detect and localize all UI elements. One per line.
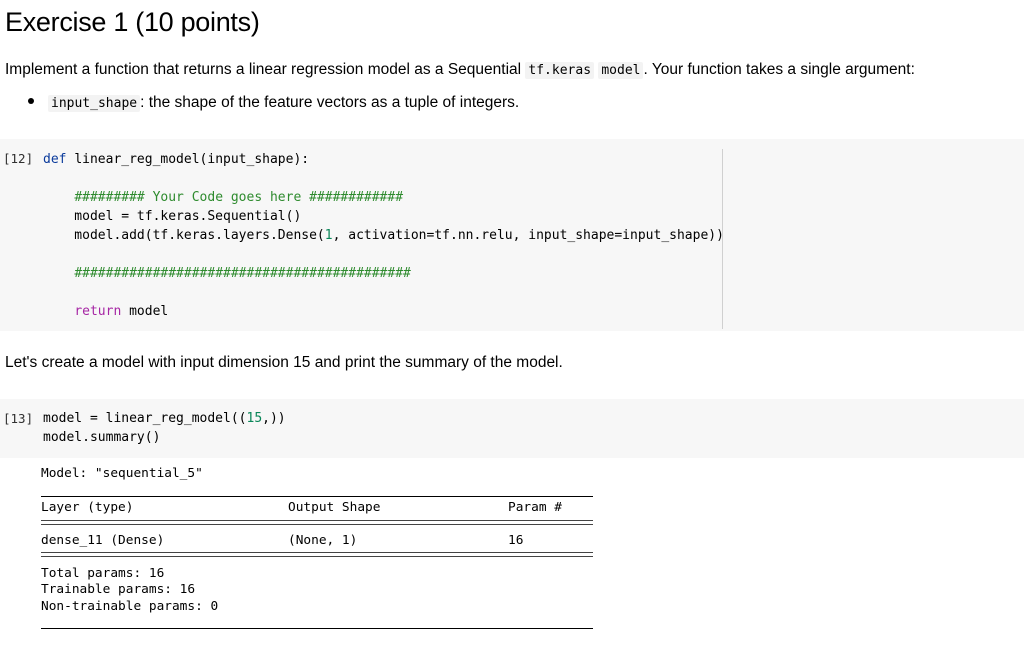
bullet-item: input_shape: the shape of the feature ve…: [28, 92, 519, 115]
intro-code-model: model: [598, 62, 644, 79]
summary-header-rule: [41, 520, 593, 525]
cell-2-number: 15: [246, 411, 263, 426]
cell-2-code[interactable]: model = linear_reg_model((15,)) model.su…: [43, 409, 286, 447]
summary-row-params: 16: [508, 533, 524, 548]
summary-header-layer: Layer (type): [41, 500, 134, 515]
summary-row-shape: (None, 1): [288, 533, 358, 548]
cell-1-comment-end: ########################################…: [74, 266, 411, 281]
summary-row-rule: [41, 552, 593, 557]
summary-model-line: Model: "sequential_5": [41, 466, 203, 481]
cell-1-code[interactable]: def linear_reg_model(input_shape): #####…: [43, 150, 724, 321]
cell-2-prompt: [13]: [3, 411, 34, 426]
intro-code-tfkeras: tf.keras: [525, 62, 595, 79]
cell-1-number: 1: [324, 228, 333, 243]
cell-1-comment-start: ######### Your Code goes here ##########…: [74, 190, 404, 205]
summary-bottom-rule: [41, 628, 593, 629]
exercise-title: Exercise 1 (10 points): [5, 7, 260, 37]
bullet-text: : the shape of the feature vectors as a …: [140, 94, 520, 111]
cell-1-fn-signature: linear_reg_model(input_shape):: [74, 152, 310, 167]
cell-1-prompt: [12]: [3, 151, 34, 166]
middle-paragraph: Let's create a model with input dimensio…: [5, 354, 563, 371]
bullet-code: input_shape: [48, 95, 141, 112]
intro-paragraph: Implement a function that returns a line…: [5, 59, 915, 82]
summary-header-shape: Output Shape: [288, 500, 381, 515]
cell-1-keyword-def: def: [43, 152, 67, 167]
summary-header-params: Param #: [508, 500, 562, 515]
summary-trainable-params: Trainable params: 16: [41, 582, 196, 597]
summary-row-layer: dense_11 (Dense): [41, 533, 165, 548]
summary-total-params: Total params: 16: [41, 566, 165, 581]
bullet-dot: [28, 97, 34, 104]
summary-top-rule: [41, 496, 593, 497]
cell-1-keyword-return: return: [74, 304, 122, 319]
summary-non-trainable-params: Non-trainable params: 0: [41, 599, 219, 614]
intro-text-after: . Your function takes a single argument:: [643, 61, 915, 78]
intro-text-before: Implement a function that returns a line…: [5, 61, 526, 78]
